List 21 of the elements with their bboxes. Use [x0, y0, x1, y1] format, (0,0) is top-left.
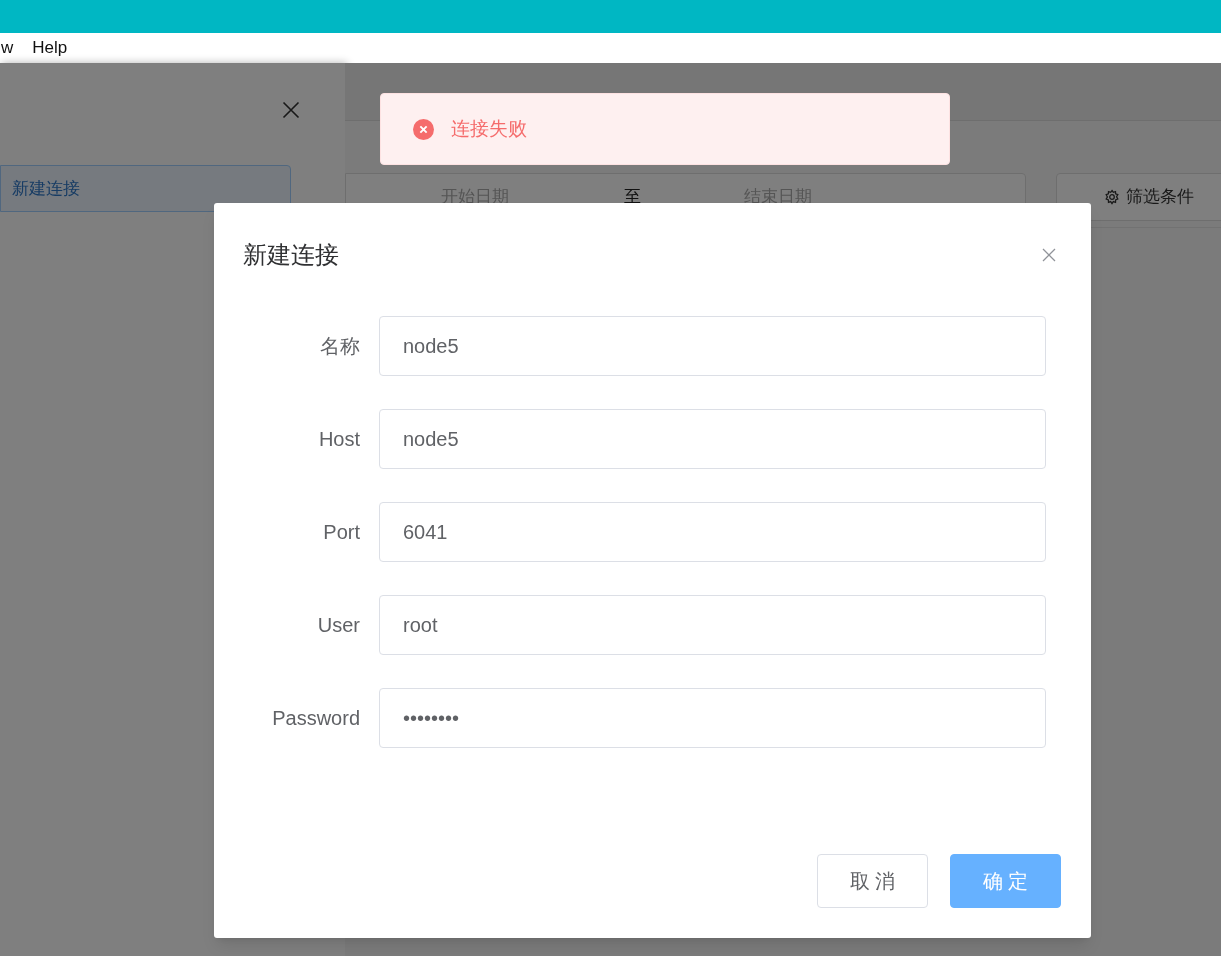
input-field[interactable]: root [379, 595, 1046, 655]
filter-button[interactable]: 筛选条件 [1056, 173, 1221, 221]
menu-item[interactable]: Help [32, 35, 68, 61]
error-icon [413, 118, 434, 140]
close-icon[interactable] [281, 100, 301, 120]
field-label: Host [317, 427, 360, 452]
input-field[interactable]: node5 [379, 316, 1046, 376]
input-field[interactable]: node5 [379, 409, 1046, 469]
message-text: 连接失败 [451, 116, 527, 141]
dialog-title: 新建连接 [243, 240, 339, 270]
field-label: Password [271, 706, 360, 731]
close-icon[interactable] [1041, 247, 1057, 263]
cancel-button[interactable]: 取 消 [817, 854, 928, 908]
field-label: 名称 [319, 334, 360, 359]
field-label: User [316, 613, 360, 638]
range-separator: 至 [624, 186, 641, 209]
input-field[interactable]: 6041 [379, 502, 1046, 562]
menu-item[interactable]: w [0, 35, 14, 61]
field-label: Port [322, 520, 360, 545]
gear-icon [1104, 189, 1120, 205]
input-field[interactable]: •••••••• [379, 688, 1046, 748]
